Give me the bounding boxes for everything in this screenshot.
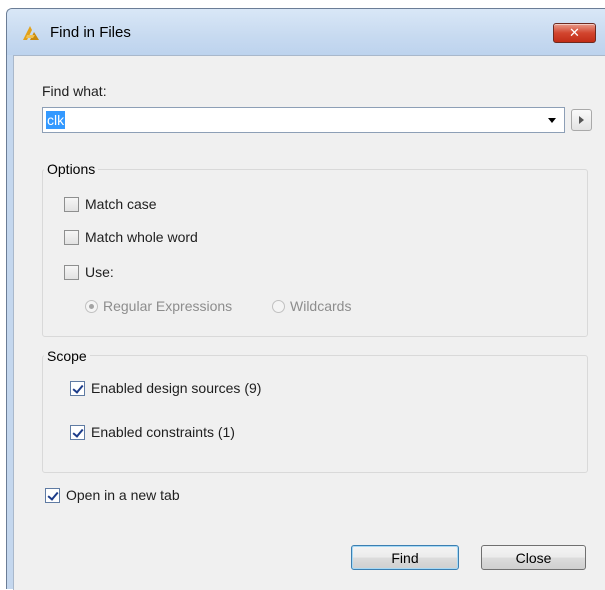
- open-new-tab-label: Open in a new tab: [66, 487, 180, 503]
- play-arrow-icon: [579, 116, 584, 124]
- find-in-files-dialog: Find in Files ✕ Find what: clk Options M…: [6, 8, 605, 590]
- close-icon: ✕: [569, 25, 580, 40]
- match-whole-word-checkbox[interactable]: [64, 229, 79, 245]
- design-sources-checkbox[interactable]: [70, 380, 85, 396]
- close-window-button[interactable]: ✕: [553, 23, 596, 43]
- dialog-title: Find in Files: [50, 24, 131, 41]
- close-button-label: Close: [515, 549, 552, 566]
- regex-radio[interactable]: [85, 299, 98, 313]
- regex-label: Regular Expressions: [103, 298, 233, 314]
- find-history-button[interactable]: [571, 109, 592, 131]
- scope-group: [42, 355, 588, 473]
- find-what-label: Find what:: [42, 83, 107, 99]
- find-what-value: clk: [46, 111, 66, 129]
- match-case-option[interactable]: Match case: [64, 196, 157, 212]
- chevron-down-icon[interactable]: [548, 118, 556, 123]
- scope-item-constraints[interactable]: Enabled constraints (1): [70, 424, 235, 440]
- find-what-combobox[interactable]: clk: [42, 107, 565, 133]
- options-group-title: Options: [44, 161, 99, 177]
- wildcards-option[interactable]: Wildcards: [272, 298, 351, 314]
- match-case-label: Match case: [85, 196, 157, 212]
- use-label: Use:: [85, 264, 114, 280]
- match-case-checkbox[interactable]: [64, 196, 79, 212]
- match-whole-word-label: Match whole word: [85, 229, 198, 245]
- regex-option[interactable]: Regular Expressions: [85, 298, 232, 314]
- scope-group-title: Scope: [44, 348, 90, 364]
- use-checkbox[interactable]: [64, 264, 79, 280]
- scope-item-design-sources[interactable]: Enabled design sources (9): [70, 380, 261, 396]
- open-new-tab-checkbox[interactable]: [45, 487, 60, 503]
- wildcards-radio[interactable]: [272, 299, 285, 313]
- find-button[interactable]: Find: [351, 545, 459, 570]
- title-bar[interactable]: Find in Files ✕: [7, 9, 605, 55]
- dialog-body: Find what: clk Options Match case Match …: [13, 55, 605, 590]
- use-option[interactable]: Use:: [64, 264, 114, 280]
- match-whole-word-option[interactable]: Match whole word: [64, 229, 198, 245]
- find-button-label: Find: [391, 549, 419, 566]
- constraints-checkbox[interactable]: [70, 424, 85, 440]
- open-new-tab-option[interactable]: Open in a new tab: [45, 487, 180, 503]
- design-sources-label: Enabled design sources (9): [91, 380, 262, 396]
- close-button[interactable]: Close: [481, 545, 586, 570]
- constraints-label: Enabled constraints (1): [91, 424, 235, 440]
- app-logo-icon: [23, 26, 39, 40]
- wildcards-label: Wildcards: [290, 298, 352, 314]
